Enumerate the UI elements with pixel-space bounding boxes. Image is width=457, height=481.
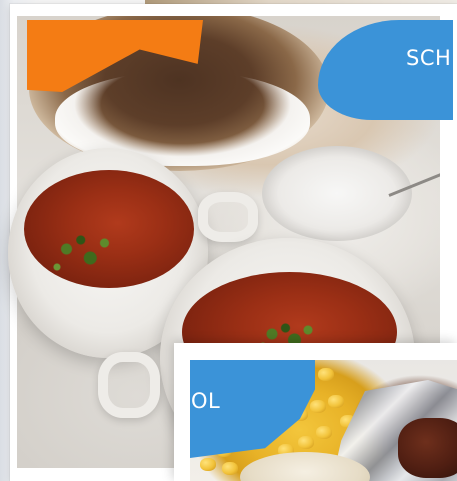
corn-kernel [328,395,344,408]
label-text-sch: SCH [406,46,452,70]
corn-kernel [200,458,216,471]
collage-canvas: SCH OL [0,0,457,481]
bowl-handle-front [98,352,160,418]
corn-kernel [318,368,334,381]
herb-garnish-back [38,225,133,285]
corn-kernel [298,436,314,449]
corn-kernel [316,426,332,439]
label-text-ol: OL [191,389,221,413]
corn-kernel [310,400,326,413]
corn-kernel [222,462,238,475]
bowl-handle-back [198,192,258,242]
grilled-meat [398,418,457,478]
